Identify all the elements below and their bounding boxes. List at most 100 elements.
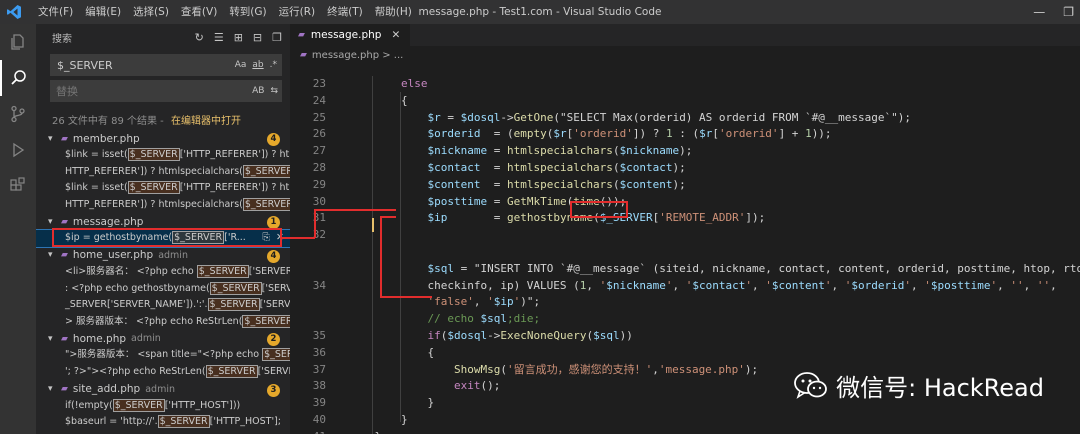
code-line: checkinfo, ip) VALUES (1, '$nickname', '… [348, 278, 1057, 292]
close-icon[interactable]: ✕ [391, 29, 400, 41]
search-match[interactable]: <li>服务器名： <?php echo $_SERVER['SERVER_..… [36, 264, 290, 281]
code-line: } [348, 396, 435, 410]
preserve-case-icon[interactable]: AB [252, 86, 264, 96]
source-control-icon[interactable] [0, 96, 36, 132]
annotation-line [281, 237, 315, 239]
search-input[interactable] [57, 58, 229, 72]
match-post: ['SERVE... [261, 282, 290, 294]
clear-results-icon[interactable]: ☰ [214, 31, 224, 44]
indent-guide [372, 76, 373, 434]
match-count-badge: 3 [267, 383, 280, 397]
file-result[interactable]: ▾ ▰ home_user.php admin 4 [36, 247, 290, 264]
php-file-icon: ▰ [298, 30, 305, 40]
menu-view[interactable]: 查看(V) [175, 0, 223, 24]
match-post: ['HTTP_REFERER']) ? htmls... [179, 149, 290, 160]
code-line: { [348, 93, 408, 107]
match-highlight: $_SERVER [127, 181, 180, 195]
code-line: $sql = "INSERT INTO `#@__message` (sitei… [427, 261, 1080, 275]
match-highlight: $_SER... [262, 348, 290, 362]
results-summary: 26 文件中有 89 个结果 - 在编辑器中打开 [52, 112, 290, 127]
search-match[interactable]: : <?php echo gethostbyname($_SERVER ['SER… [36, 281, 290, 298]
search-match[interactable]: ">服务器版本： <span title="<?php echo $_SER..… [36, 347, 290, 364]
line-number: 30 [312, 194, 326, 208]
tab-label: message.php [310, 29, 382, 41]
results-count: 26 文件中有 89 个结果 - [52, 116, 167, 127]
code-line: else [400, 77, 428, 90]
menu-help[interactable]: 帮助(H) [369, 0, 418, 24]
menu-run[interactable]: 运行(R) [273, 0, 322, 24]
replace-input[interactable] [56, 84, 247, 98]
file-result[interactable]: ▾ ▰ member.php 4 [36, 130, 290, 147]
open-in-editor-link[interactable]: 在编辑器中打开 [171, 116, 241, 127]
chevron-down-icon: ▾ [48, 333, 53, 344]
line-number: 34 [312, 278, 326, 292]
menu-selection[interactable]: 选择(S) [127, 0, 175, 24]
search-match[interactable]: _SERVER['SERVER_NAME']).':'. $_SERVER ['SE… [36, 297, 290, 314]
search-match[interactable]: $link = isset($_SERVER ['HTTP_REFERER']) … [36, 180, 290, 197]
refresh-icon[interactable]: ↻ [195, 31, 204, 44]
code-line: $content = htmlspecialchars($content); [427, 177, 686, 191]
copy-icon[interactable]: ❐ [272, 31, 282, 44]
match-highlight: $_SERVER [209, 281, 262, 295]
match-pre: HTTP_REFERER']) ? htmlspecialchars( [65, 165, 243, 177]
match-case-icon[interactable]: Aa [235, 60, 247, 70]
match-post: ['SERVER_... [248, 265, 290, 277]
match-pre: $link = isset( [65, 182, 128, 194]
collapse-all-icon[interactable]: ⊟ [253, 31, 262, 44]
chevron-down-icon: ▾ [48, 384, 53, 395]
php-file-icon: ▰ [61, 250, 68, 261]
search-match[interactable]: '; ?>"><?php echo ReStrLen($_SERVER ['SER… [36, 364, 290, 381]
file-result[interactable]: ▾ ▰ home.php admin 2 [36, 330, 290, 347]
line-number: 40 [312, 413, 326, 426]
search-match[interactable]: if(!empty($_SERVER ['HTTP_HOST'])) [36, 398, 290, 415]
annotation-line [314, 209, 316, 238]
menu-go[interactable]: 转到(G) [223, 0, 272, 24]
menu-edit[interactable]: 编辑(E) [79, 0, 127, 24]
annotation-line [314, 209, 396, 211]
vscode-logo-icon [6, 4, 22, 20]
minimize-icon[interactable]: — [1033, 5, 1045, 19]
annotation-line [380, 296, 432, 298]
regex-icon[interactable]: .* [270, 60, 277, 70]
code-line: exit(); [453, 379, 501, 393]
run-debug-icon[interactable] [0, 132, 36, 168]
line-number: 36 [312, 345, 326, 359]
search-match[interactable]: HTTP_REFERER']) ? htmlspecialchars($_SER… [36, 164, 290, 181]
line-number: 32 [312, 228, 326, 242]
tab-bar: ▰ message.php ✕ [290, 24, 1080, 46]
match-pre: <li>服务器名： <?php echo [65, 265, 197, 277]
search-icon[interactable] [0, 60, 36, 96]
code-line: } [348, 413, 408, 426]
line-number: 31 [312, 211, 326, 225]
extensions-icon[interactable] [0, 168, 36, 204]
tab-message-php[interactable]: ▰ message.php ✕ [290, 24, 411, 46]
line-number: 24 [312, 93, 326, 107]
match-highlight: $_SERVER [196, 264, 249, 278]
file-result[interactable]: ▾ ▰ site_add.php admin 3 [36, 381, 290, 398]
match-whole-word-icon[interactable]: ab [252, 60, 263, 70]
match-highlight: $_SERVER [112, 398, 165, 412]
menu-bar: 文件(F) 编辑(E) 选择(S) 查看(V) 转到(G) 运行(R) 终端(T… [32, 0, 418, 24]
search-match[interactable]: HTTP_REFERER']) ? htmlspecialchars($_SER… [36, 197, 290, 214]
match-post: ['HTTP_REFERER']) ? htmls... [179, 182, 290, 194]
match-highlight: $_SERVER [127, 148, 180, 161]
indent-guide [400, 92, 401, 422]
match-pre: > 服务器版本： <?php echo ReStrLen( [65, 315, 243, 327]
maximize-icon[interactable]: ❐ [1063, 5, 1074, 19]
file-dir: admin [145, 383, 176, 395]
search-match[interactable]: $link = isset($_SERVER ['HTTP_REFERER']) … [36, 147, 290, 164]
annotation-line [380, 216, 382, 298]
files-icon[interactable] [0, 24, 36, 60]
file-name: home_user.php [72, 249, 154, 262]
line-number: 41 [290, 429, 326, 434]
php-file-icon: ▰ [61, 333, 68, 344]
results-tree: ▾ ▰ member.php 4 $link = isset($_SERVER ['HTT… [36, 130, 290, 431]
match-highlight: $_SERVER [242, 164, 290, 178]
file-dir: admin [158, 249, 188, 261]
search-match[interactable]: $baseurl = 'http://'. $_SERVER ['HTTP_HOST… [36, 414, 290, 431]
menu-terminal[interactable]: 终端(T) [321, 0, 369, 24]
replace-all-icon[interactable]: ⇆ [270, 86, 278, 96]
search-match[interactable]: > 服务器版本： <?php echo ReStrLen($_SERVER['S… [36, 314, 290, 331]
menu-file[interactable]: 文件(F) [32, 0, 79, 24]
new-search-editor-icon[interactable]: ⊞ [234, 31, 243, 44]
